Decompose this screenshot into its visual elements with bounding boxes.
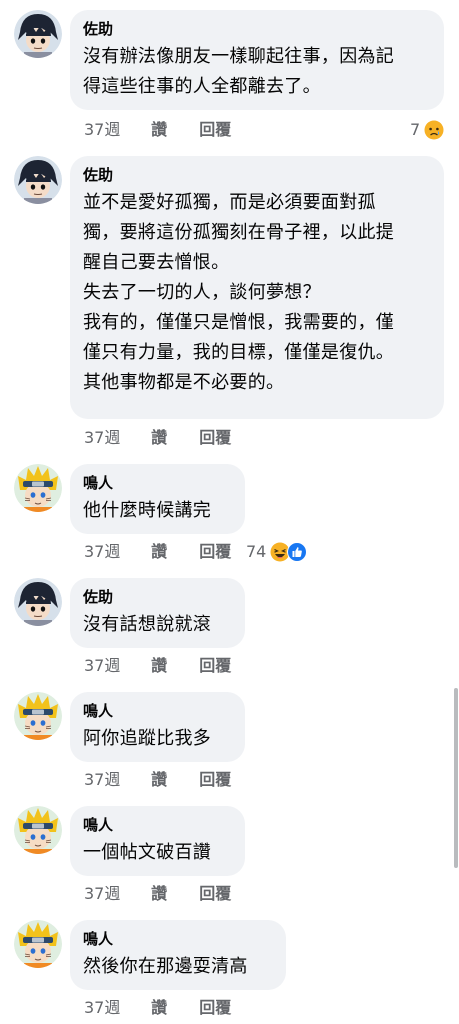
comment-text: 並不是愛好孤獨，而是必須要面對孤 獨，要將這份孤獨刻在骨子裡，以此提 醒自己要去… (83, 192, 395, 393)
comment-actions: 37週 讚 回覆 (84, 540, 231, 564)
reply-button[interactable]: 回覆 (199, 118, 231, 142)
scrollbar-thumb[interactable] (454, 688, 458, 868)
like-button[interactable]: 讚 (151, 654, 194, 678)
comment-actions: 37週 讚 回覆 (84, 426, 231, 450)
like-button[interactable]: 讚 (151, 426, 194, 450)
like-button[interactable]: 讚 (151, 996, 194, 1020)
comment-timestamp[interactable]: 37週 (84, 426, 146, 450)
comment-bubble: 佐助 沒有辦法像朋友一樣聊起往事，因為記 得這些往事的人全都離去了。 (70, 10, 444, 110)
comment-author[interactable]: 鳴人 (83, 473, 232, 493)
comment-author[interactable]: 佐助 (83, 165, 431, 185)
reply-button[interactable]: 回覆 (199, 654, 231, 678)
reaction-count: 74 (246, 542, 267, 561)
comment-timestamp[interactable]: 37週 (84, 996, 146, 1020)
comment-text: 他什麼時候講完 (83, 500, 212, 521)
comment-bubble: 佐助 沒有話想說就滾 (70, 578, 245, 648)
comment-text: 沒有辦法像朋友一樣聊起往事，因為記 得這些往事的人全都離去了。 (83, 46, 395, 97)
like-button[interactable]: 讚 (151, 882, 194, 906)
like-button[interactable]: 讚 (151, 768, 194, 792)
comment-timestamp[interactable]: 37週 (84, 768, 146, 792)
comment-author[interactable]: 佐助 (83, 587, 232, 607)
comment-author[interactable]: 鳴人 (83, 701, 232, 721)
comment-text: 然後你在那邊耍清高 (83, 956, 248, 977)
comment-text: 沒有話想說就滾 (83, 614, 212, 635)
comment-actions: 37週 讚 回覆 (84, 118, 231, 142)
comment-bubble: 鳴人 然後你在那邊耍清高 (70, 920, 286, 990)
like-reaction-icon (287, 542, 308, 562)
reply-button[interactable]: 回覆 (199, 882, 231, 906)
sasuke-avatar[interactable] (14, 578, 62, 626)
comment-text: 阿你追蹤比我多 (83, 728, 212, 749)
reply-button[interactable]: 回覆 (199, 996, 231, 1020)
comment-author[interactable]: 鳴人 (83, 815, 232, 835)
comment-actions: 37週 讚 回覆 (84, 882, 231, 906)
reaction-summary[interactable]: 7 (410, 118, 444, 142)
comment-actions: 37週 讚 回覆 (84, 996, 231, 1020)
naruto-avatar[interactable] (14, 464, 62, 512)
comment-bubble: 鳴人 一個帖文破百讚 (70, 806, 245, 876)
comment-timestamp[interactable]: 37週 (84, 882, 146, 906)
comment-author[interactable]: 鳴人 (83, 929, 273, 949)
comment-author[interactable]: 佐助 (83, 19, 431, 39)
comment-actions: 37週 讚 回覆 (84, 768, 231, 792)
like-button[interactable]: 讚 (151, 540, 194, 564)
sad-reaction-icon (424, 120, 444, 140)
reply-button[interactable]: 回覆 (199, 540, 231, 564)
sasuke-avatar[interactable] (14, 10, 62, 58)
comment-timestamp[interactable]: 37週 (84, 540, 146, 564)
comment-bubble: 鳴人 阿你追蹤比我多 (70, 692, 245, 762)
comment-bubble: 鳴人 他什麼時候講完 (70, 464, 245, 534)
sasuke-avatar[interactable] (14, 156, 62, 204)
comment-bubble: 佐助 並不是愛好孤獨，而是必須要面對孤 獨，要將這份孤獨刻在骨子裡，以此提 醒自… (70, 156, 444, 419)
comment-text: 一個帖文破百讚 (83, 842, 212, 863)
comment-timestamp[interactable]: 37週 (84, 118, 146, 142)
reply-button[interactable]: 回覆 (199, 768, 231, 792)
reply-button[interactable]: 回覆 (199, 426, 231, 450)
naruto-avatar[interactable] (14, 692, 62, 740)
comment-timestamp[interactable]: 37週 (84, 654, 146, 678)
naruto-avatar[interactable] (14, 920, 62, 968)
reaction-count: 7 (410, 120, 421, 139)
comment-actions: 37週 讚 回覆 (84, 654, 231, 678)
like-button[interactable]: 讚 (151, 118, 194, 142)
naruto-avatar[interactable] (14, 806, 62, 854)
reaction-summary[interactable]: 74 (246, 540, 308, 564)
